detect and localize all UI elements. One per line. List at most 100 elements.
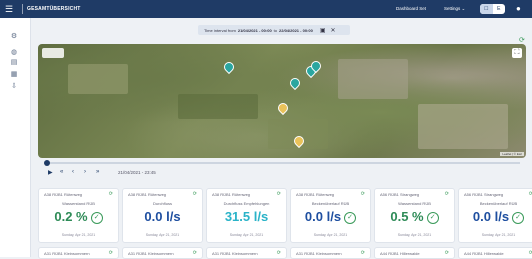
time-interval-to-word: to — [273, 27, 278, 33]
sensor-card-title: A44 RÜB1 Hillerwalde — [380, 251, 420, 256]
sensor-card-title: A31 RÜB1 Kleinsommern — [212, 251, 258, 256]
user-account-icon[interactable]: ● — [516, 4, 521, 13]
sensor-card[interactable]: A38 RÜB1 Rütenweg ⟳ Durchfluss 0.0 l/s Sunda… — [122, 188, 203, 243]
download-icon[interactable]: ⇩ — [9, 82, 19, 92]
sidebar: ⚙ ◍ ▤ ▦ ⇩ — [0, 18, 31, 257]
step-forward-icon[interactable]: › — [84, 169, 86, 175]
chart-icon[interactable]: ▦ — [9, 70, 19, 80]
toggle-option-grid[interactable]: ☐ — [480, 4, 493, 14]
timeline-slider-handle[interactable] — [44, 160, 50, 166]
sensor-card-metric: Beckenüberlauf RÜB — [479, 201, 518, 206]
check-circle-icon: ✓ — [344, 211, 357, 224]
toggle-option-e[interactable]: E — [493, 4, 506, 14]
refresh-icon[interactable]: ⟳ — [445, 250, 449, 256]
sensor-card-date: Sunday, Apr 21, 2021 — [61, 233, 96, 237]
sensor-card-value-box: 0.0 l/s — [123, 209, 202, 224]
time-interval-to[interactable]: 22/04/2021 - 00:00 — [279, 28, 313, 33]
map-layer-thumbnail[interactable] — [42, 48, 64, 58]
map-field — [338, 59, 408, 99]
time-interval-bar[interactable]: Time interval from 21/04/2021 - 00:00 to… — [198, 25, 350, 35]
sensor-card-value: 31.5 l/s — [224, 209, 269, 224]
sensor-card-title: A56 RÜB1 Strangweg — [380, 192, 420, 197]
time-interval-from[interactable]: 21/04/2021 - 00:00 — [238, 28, 272, 33]
calendar-picker-icon[interactable]: ▣ — [320, 27, 326, 34]
sensor-card-title: A44 RÜB1 Hillerwalde — [464, 251, 504, 256]
sensor-card-metric: Wasserstand RÜB — [62, 201, 95, 206]
refresh-icon[interactable]: ⟳ — [361, 250, 365, 256]
step-back-icon[interactable]: ‹ — [72, 169, 74, 175]
check-circle-icon: ✓ — [512, 211, 525, 224]
satellite-map[interactable]: ⛶ Leaflet | © Esri — [38, 44, 526, 158]
close-icon[interactable]: ✕ — [331, 27, 336, 34]
sensor-card-title: A31 RÜB1 Kleinsommern — [44, 251, 90, 256]
sensor-card-value: 0.0 l/s — [304, 209, 342, 224]
sensor-card-metric: Wasserstand RÜB — [398, 201, 431, 206]
sensor-card-title: A31 RÜB1 Kleinsommern — [128, 251, 174, 256]
hamburger-menu-icon[interactable]: ☰ — [0, 4, 18, 15]
sensor-card[interactable]: A56 RÜB1 Strangweg ⟳ Wasserstand RÜB 0.5 % ✓… — [374, 188, 455, 243]
sensor-card-title: A38 RÜB1 Rütenweg — [212, 192, 251, 197]
refresh-icon[interactable]: ⟳ — [277, 191, 281, 197]
current-time: 21/04/2021 - 23:45 — [118, 170, 156, 175]
sensor-card-value-box: 0.5 % ✓ — [375, 209, 454, 224]
map-marker-teal[interactable] — [221, 59, 237, 75]
sensor-card[interactable]: A44 RÜB1 Hillerwalde ⟳ — [374, 247, 455, 259]
refresh-icon[interactable]: ⟳ — [109, 250, 113, 256]
sensor-card-title: A38 RÜB1 Rütenweg — [128, 192, 167, 197]
sensor-card-title: A38 RÜB1 Rütenweg — [296, 192, 335, 197]
sensor-card-title: A56 RÜB1 Strangweg — [464, 192, 504, 197]
map-field — [418, 104, 508, 149]
skip-back-icon[interactable]: « — [60, 169, 63, 175]
time-player: ▶ « ‹ › » 21/04/2021 - 23:45 — [38, 160, 526, 182]
refresh-icon[interactable]: ⟳ — [519, 36, 525, 44]
sensor-card-date: Sunday, Apr 21, 2021 — [313, 233, 348, 237]
topbar-divider — [22, 4, 23, 14]
sensor-card[interactable]: A31 RÜB1 Kleinsommern ⟳ — [206, 247, 287, 259]
map-field — [68, 64, 128, 94]
refresh-icon[interactable]: ⟳ — [109, 191, 113, 197]
sensor-card-date: Sunday, Apr 21, 2021 — [481, 233, 516, 237]
sensor-card[interactable]: A31 RÜB1 Kleinsommern ⟳ — [122, 247, 203, 259]
sensor-card-metric: Durchfluss Empfehlungen — [223, 201, 270, 206]
skip-forward-icon[interactable]: » — [96, 169, 99, 175]
refresh-icon[interactable]: ⟳ — [193, 250, 197, 256]
refresh-icon[interactable]: ⟳ — [361, 191, 365, 197]
check-circle-icon: ✓ — [426, 211, 439, 224]
sensor-card[interactable]: A56 RÜB1 Strangweg ⟳ Beckenüberlauf RÜB 0.0… — [458, 188, 532, 243]
sensor-card-value-box: 31.5 l/s — [207, 209, 286, 224]
fullscreen-icon[interactable]: ⛶ — [512, 48, 522, 58]
sensor-card[interactable]: A38 RÜB1 Rütenweg ⟳ Durchfluss Empfehlunge… — [206, 188, 287, 243]
sensor-card-title: A38 RÜB1 Rütenweg — [44, 192, 83, 197]
sensor-card[interactable]: A38 RÜB1 Rütenweg ⟳ Wasserstand RÜB 0.2 % ✓ S… — [38, 188, 119, 243]
sensor-card[interactable]: A44 RÜB1 Hillerwalde ⟳ — [458, 247, 532, 259]
settings-dropdown[interactable]: Settings ⌄ — [444, 6, 465, 12]
check-circle-icon: ✓ — [90, 211, 103, 224]
sensor-card-title: A31 RÜB1 Kleinsommern — [296, 251, 342, 256]
settings-gear-icon[interactable]: ⚙ — [9, 32, 19, 42]
timeline-slider[interactable] — [46, 162, 520, 164]
sensor-card-value: 0.0 l/s — [472, 209, 510, 224]
sensor-card-value-box: 0.2 % ✓ — [39, 209, 118, 224]
map-marker-yellow[interactable] — [275, 100, 291, 116]
refresh-icon[interactable]: ⟳ — [445, 191, 449, 197]
sensor-card-value-box: 0.0 l/s ✓ — [291, 209, 370, 224]
sensor-card-metric: Durchfluss — [153, 201, 172, 206]
sensor-card-date: Sunday, Apr 21, 2021 — [229, 233, 264, 237]
view-toggle[interactable]: ☐ E — [480, 4, 505, 14]
sensor-card-value-box: 0.0 l/s ✓ — [459, 209, 532, 224]
map-field — [178, 94, 258, 119]
globe-icon[interactable]: ◍ — [9, 48, 19, 58]
play-icon[interactable]: ▶ — [48, 169, 53, 176]
sensor-card-value: 0.2 % — [54, 209, 88, 224]
dashboard-set-dropdown[interactable]: Dashboard Set — [396, 6, 426, 11]
page-title: GESAMTÜBERSICHT — [27, 6, 81, 12]
refresh-icon[interactable]: ⟳ — [277, 250, 281, 256]
map-marker-teal[interactable] — [287, 75, 303, 91]
refresh-icon[interactable]: ⟳ — [193, 191, 197, 197]
sensor-card[interactable]: A38 RÜB1 Rütenweg ⟳ Beckenüberlauf RÜB 0.0 … — [290, 188, 371, 243]
calendar-icon[interactable]: ▤ — [9, 58, 19, 68]
sensor-card[interactable]: A31 RÜB1 Kleinsommern ⟳ — [290, 247, 371, 259]
sensor-card-date: Sunday, Apr 21, 2021 — [397, 233, 432, 237]
sensor-card-value: 0.0 l/s — [144, 209, 181, 224]
sensor-card[interactable]: A31 RÜB1 Kleinsommern ⟳ — [38, 247, 119, 259]
